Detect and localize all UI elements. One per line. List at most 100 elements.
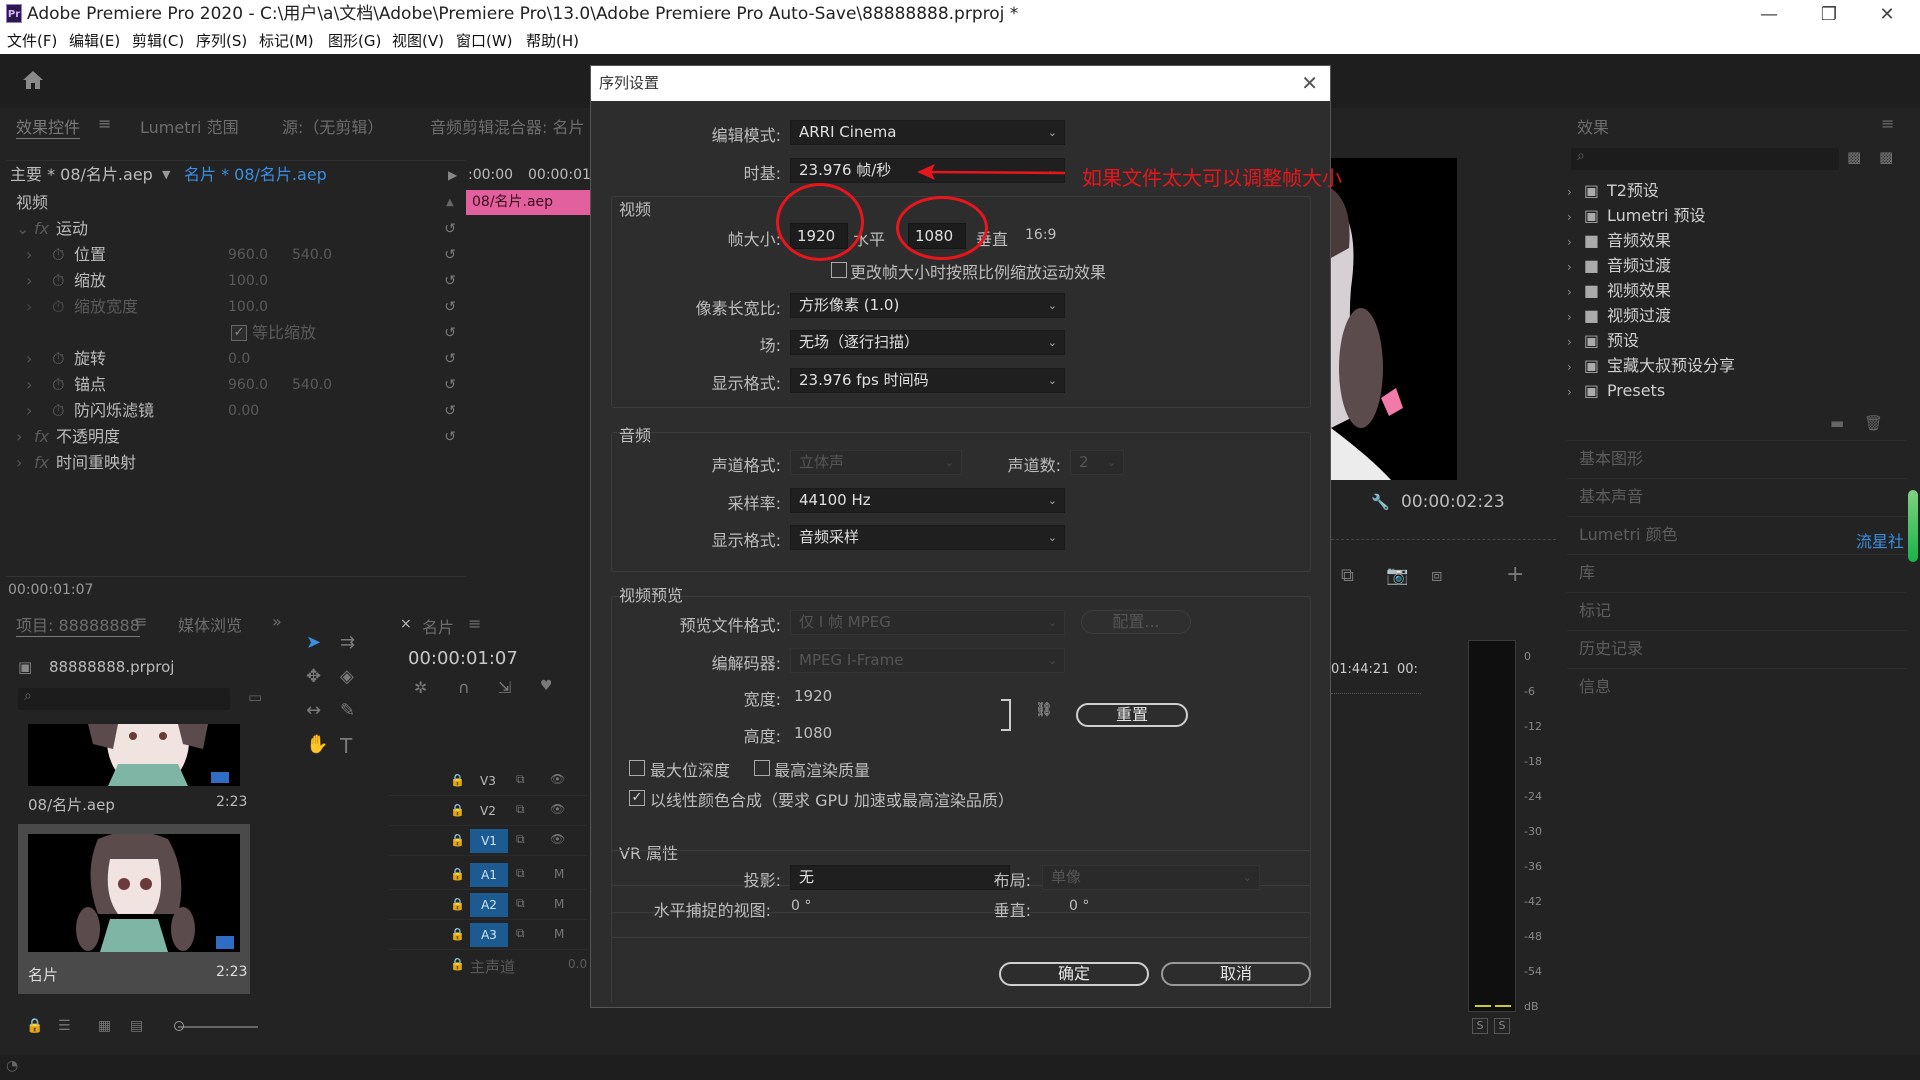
sync-lock-icon[interactable]: ⧉	[516, 896, 525, 911]
field-select[interactable]: 无场（逐行扫描） ⌄	[790, 330, 1065, 355]
menu-file[interactable]: 文件(F)	[7, 29, 57, 54]
panel-overflow-icon[interactable]: »	[272, 612, 282, 631]
sample-rate-select[interactable]: 44100 Hz ⌄	[790, 488, 1065, 513]
vertical-view-value[interactable]: 0 °	[1069, 898, 1089, 914]
linear-color-checkbox[interactable]: ✓	[629, 790, 645, 806]
menu-clip[interactable]: 剪辑(C)	[132, 29, 184, 54]
list-view-icon[interactable]: ☰	[58, 1018, 71, 1034]
track-header-v1[interactable]: 🔒 V1 ⧉ 👁	[388, 826, 587, 856]
chevron-right-icon[interactable]: ›	[1567, 310, 1572, 324]
effects-folder-t2[interactable]: › ▣ T2预设	[1567, 178, 1659, 203]
eye-icon[interactable]: 👁	[550, 802, 565, 816]
sequence-clip-label[interactable]: 名片 * 08/名片.aep	[184, 162, 327, 188]
close-tab-icon[interactable]: ×	[400, 616, 412, 632]
menu-sequence[interactable]: 序列(S)	[196, 29, 247, 54]
reset-icon[interactable]: ↺	[444, 398, 456, 424]
track-header-master[interactable]: 🔒 主声道 0.0	[388, 950, 587, 980]
max-render-quality-checkbox[interactable]	[754, 760, 770, 776]
tab-sequence[interactable]: 名片	[422, 614, 454, 638]
tab-audio-mixer[interactable]: 音频剪辑混合器: 名片	[430, 114, 584, 138]
menu-graphics[interactable]: 图形(G)	[328, 29, 381, 54]
param-value[interactable]: 100.0	[228, 294, 268, 320]
mute-button[interactable]: M	[554, 897, 564, 911]
close-window-icon[interactable]: ✕	[1858, 0, 1916, 29]
slip-tool-icon[interactable]: ↔	[306, 700, 321, 721]
trash-icon[interactable]: 🗑	[1864, 414, 1883, 432]
track-target-a1[interactable]: A1	[470, 863, 508, 887]
panel-essential-graphics[interactable]: 基本图形	[1567, 440, 1907, 476]
expand-arrow-icon[interactable]: ›	[26, 372, 32, 398]
menu-view[interactable]: 视图(V)	[392, 29, 444, 54]
lock-icon[interactable]: 🔒	[450, 773, 465, 787]
expand-arrow-icon[interactable]: ›	[26, 346, 32, 372]
razor-tool-icon[interactable]: ◈	[340, 666, 354, 687]
chevron-right-icon[interactable]: ›	[1567, 260, 1572, 274]
list-item-selected[interactable]: 名片 2:23	[18, 824, 250, 994]
reset-icon[interactable]: ↺	[444, 372, 456, 398]
effect-row-time-remap[interactable]: › fx 时间重映射	[6, 450, 466, 476]
param-row-scale-width[interactable]: › ⏱ 缩放宽度 100.0 ↺	[6, 294, 466, 320]
channel-format-select[interactable]: 立体声 ⌄	[790, 450, 962, 475]
cancel-button[interactable]: 取消	[1161, 962, 1311, 986]
max-bit-depth-checkbox[interactable]	[629, 760, 645, 776]
sync-lock-icon[interactable]: ⧉	[516, 832, 525, 847]
stopwatch-icon[interactable]: ⏱	[52, 372, 64, 398]
tab-sequence-menu[interactable]: ≡	[468, 614, 481, 633]
pixel-aspect-select[interactable]: 方形像素 (1.0) ⌄	[790, 293, 1065, 318]
wrench-icon[interactable]: 🔧	[1371, 488, 1390, 516]
reset-icon[interactable]: ↺	[444, 268, 456, 294]
reset-button[interactable]: 重置	[1076, 703, 1188, 727]
uniform-scale-checkbox[interactable]: ✓	[231, 325, 247, 341]
add-button-icon[interactable]: +	[1506, 562, 1524, 587]
track-select-tool-icon[interactable]: ⇉	[340, 632, 355, 653]
program-video-frame[interactable]	[1331, 158, 1457, 480]
solo-left-button[interactable]: S	[1472, 1018, 1488, 1034]
eye-icon[interactable]: 👁	[550, 772, 565, 786]
param-value[interactable]: 0.0	[228, 346, 250, 372]
param-value-x[interactable]: 960.0	[228, 242, 268, 268]
effects-folder-video-effects[interactable]: › ■ 视频效果	[1567, 278, 1671, 303]
menu-marker[interactable]: 标记(M)	[259, 29, 314, 54]
collapse-icon[interactable]: ▲	[446, 190, 454, 216]
timeline-ruler[interactable]	[1331, 686, 1421, 694]
mini-clip-bar[interactable]: 08/名片.aep	[466, 190, 591, 215]
lift-icon[interactable]: ⧉	[1341, 565, 1354, 586]
ripple-edit-tool-icon[interactable]: ✥	[306, 666, 321, 687]
tab-lumetri-scopes[interactable]: Lumetri 范围	[140, 114, 239, 138]
scale-motion-checkbox[interactable]	[831, 262, 847, 278]
edit-mode-select[interactable]: ARRI Cinema ⌄	[790, 120, 1065, 145]
play-only-icon[interactable]: ▶	[448, 162, 457, 188]
tab-project-menu[interactable]: ≡	[134, 612, 147, 631]
channels-select[interactable]: 2 ⌄	[1070, 450, 1124, 475]
effects-folder-presets[interactable]: › ▣ 预设	[1567, 328, 1639, 353]
track-header-v2[interactable]: 🔒 V2 ⧉ 👁	[388, 796, 587, 826]
pen-tool-icon[interactable]: ✎	[340, 700, 355, 721]
project-search-input[interactable]: ⌕	[18, 688, 230, 710]
menu-edit[interactable]: 编辑(E)	[69, 29, 120, 54]
sync-lock-icon[interactable]: ⧉	[516, 866, 525, 881]
expand-arrow-icon[interactable]: ›	[26, 398, 32, 424]
sync-lock-icon[interactable]: ⧉	[516, 772, 525, 787]
chevron-right-icon[interactable]: ›	[1567, 335, 1572, 349]
track-header-a3[interactable]: 🔒 A3 ⧉ M	[388, 920, 587, 950]
effects-folder-presets-en[interactable]: › ▣ Presets	[1567, 378, 1665, 403]
compare-icon[interactable]: ⧈	[1431, 565, 1442, 586]
track-target-a3[interactable]: A3	[470, 923, 508, 947]
restore-icon[interactable]: ❐	[1800, 0, 1858, 29]
lock-icon[interactable]: 🔒	[450, 957, 465, 971]
reset-icon[interactable]: ↺	[444, 320, 456, 346]
width-value[interactable]: 1920	[794, 687, 832, 705]
effect-controls-timecode[interactable]: 00:00:01:07	[8, 582, 93, 598]
track-header-v3[interactable]: 🔒 V3 ⧉ 👁	[388, 766, 587, 796]
sync-lock-icon[interactable]: ⧉	[516, 802, 525, 817]
param-value-y[interactable]: 540.0	[292, 372, 332, 398]
marker-icon[interactable]: ♥	[540, 678, 553, 694]
snap-icon[interactable]: ✲	[414, 678, 427, 697]
effect-row-opacity[interactable]: › fx 不透明度 ↺	[6, 424, 466, 450]
param-value[interactable]: 100.0	[228, 268, 268, 294]
tab-source[interactable]: 源:（无剪辑）	[282, 114, 383, 138]
new-bin-icon[interactable]: ▬	[1830, 414, 1844, 432]
mute-button[interactable]: M	[554, 927, 564, 941]
param-value-x[interactable]: 960.0	[228, 372, 268, 398]
chevron-right-icon[interactable]: ›	[1567, 235, 1572, 249]
